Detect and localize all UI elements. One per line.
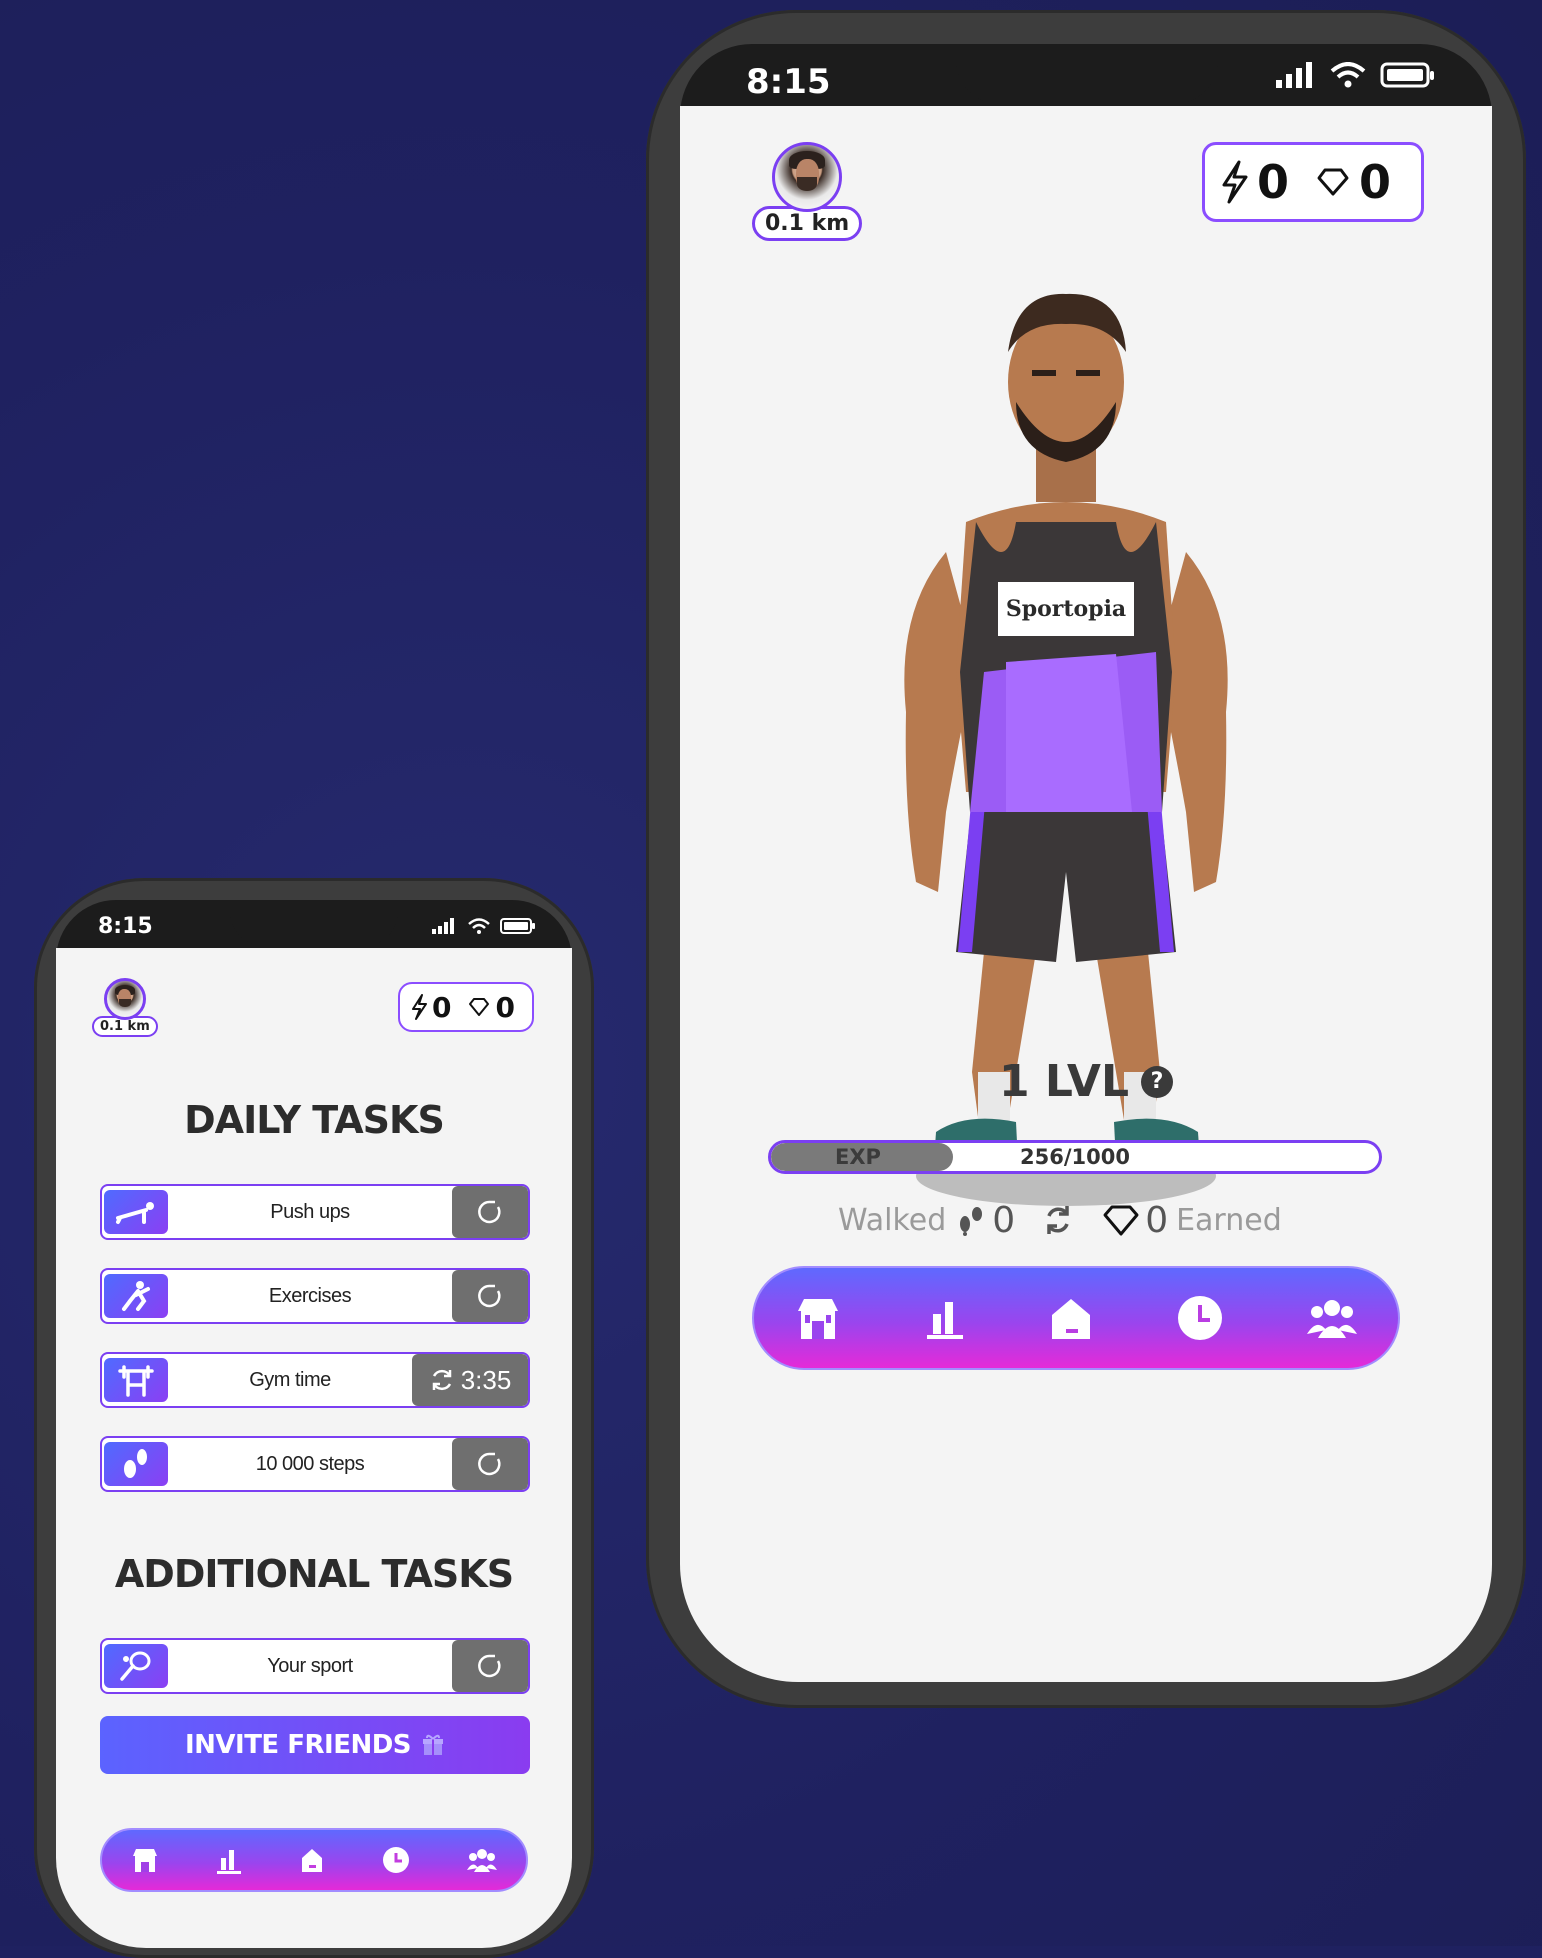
task-label: Gym time: [249, 1368, 331, 1391]
invite-label: INVITE FRIENDS: [184, 1730, 412, 1760]
task-your-sport[interactable]: Your sport: [100, 1638, 530, 1694]
signal-icon: [1276, 62, 1312, 88]
gem-icon: [1103, 1205, 1139, 1236]
shirt-text: Sportopia: [1006, 596, 1126, 622]
energy-icon: [412, 994, 427, 1020]
refresh-button[interactable]: [452, 1438, 528, 1490]
wifi-icon: [1330, 62, 1366, 88]
earned-label: Earned: [1176, 1202, 1282, 1238]
gems-value: 0: [495, 990, 515, 1024]
task-label: Exercises: [268, 1284, 352, 1307]
notch: [956, 44, 1218, 104]
phone-character: 8:15 0.1 km 0 0 Sportopia 1 LVL ? EXP 25…: [646, 10, 1526, 1708]
earned-value: 0: [1145, 1199, 1169, 1241]
leaderboard-icon[interactable]: [923, 1296, 967, 1340]
home-icon[interactable]: [1048, 1295, 1094, 1341]
friends-icon[interactable]: [466, 1846, 498, 1874]
notch: [230, 900, 398, 946]
wifi-icon: [468, 918, 490, 934]
currency-box[interactable]: 0 0: [398, 982, 534, 1032]
sync-icon: [432, 1369, 451, 1391]
footsteps-icon: [104, 1442, 168, 1486]
footsteps-icon: [960, 1207, 983, 1236]
friends-icon[interactable]: [1306, 1296, 1358, 1340]
stats-row: Walked 0 0 Earned: [838, 1190, 1282, 1250]
shop-icon[interactable]: [794, 1295, 842, 1341]
refresh-icon: [478, 1654, 501, 1678]
gem-icon: [1317, 168, 1349, 196]
home-icon[interactable]: [298, 1846, 326, 1874]
refresh-icon: [478, 1284, 501, 1308]
gem-icon: [469, 998, 490, 1016]
convert-icon: [1047, 1206, 1069, 1234]
phone-daily-tasks: 8:15 0.1 km 0 0 DAILY TASKS Push ups Exe…: [34, 878, 594, 1958]
avatar[interactable]: [772, 142, 843, 212]
exercise-icon: [104, 1274, 168, 1318]
leaderboard-icon[interactable]: [215, 1846, 243, 1874]
task-push-ups[interactable]: Push ups: [100, 1184, 530, 1240]
profile[interactable]: 0.1 km: [752, 142, 863, 241]
energy-value: 0: [1257, 155, 1290, 209]
status-time: 8:15: [746, 62, 831, 102]
profile[interactable]: 0.1 km: [92, 978, 158, 1037]
refresh-icon: [478, 1200, 501, 1224]
task-label: Your sport: [267, 1654, 353, 1677]
energy-icon: [1222, 160, 1248, 204]
status-icons: [432, 918, 536, 934]
screen: 0.1 km 0 0 DAILY TASKS Push ups Exercise…: [56, 948, 572, 1948]
currency-box[interactable]: 0 0: [1202, 142, 1424, 222]
history-icon[interactable]: [1175, 1293, 1225, 1343]
avatar[interactable]: [103, 978, 146, 1020]
signal-icon: [432, 918, 454, 934]
help-icon[interactable]: ?: [1141, 1065, 1173, 1098]
daily-tasks-heading: DAILY TASKS: [184, 1098, 445, 1142]
status-time: 8:15: [98, 914, 153, 939]
exp-value: 256/1000: [1020, 1145, 1130, 1169]
level-label: 1 LVL: [998, 1056, 1129, 1107]
battery-icon: [500, 918, 535, 934]
bottom-nav: [100, 1828, 528, 1892]
invite-friends-button[interactable]: INVITE FRIENDS: [100, 1716, 530, 1774]
task-label: 10 000 steps: [255, 1452, 365, 1475]
bottom-nav: [752, 1266, 1400, 1370]
refresh-button[interactable]: [452, 1640, 528, 1692]
task-10000-steps[interactable]: 10 000 steps: [100, 1436, 530, 1492]
walked-value: 0: [992, 1199, 1016, 1241]
screen: 0.1 km 0 0 Sportopia 1 LVL ? EXP 256/100…: [680, 106, 1492, 1682]
refresh-icon: [478, 1452, 501, 1476]
status-icons: [1276, 62, 1436, 88]
pushup-icon: [104, 1190, 168, 1234]
refresh-button[interactable]: [452, 1186, 528, 1238]
timer-button[interactable]: 3:35: [412, 1354, 528, 1406]
level: 1 LVL ?: [680, 1056, 1492, 1107]
shop-icon[interactable]: [130, 1846, 160, 1874]
refresh-button[interactable]: [452, 1270, 528, 1322]
gift-icon: [423, 1734, 444, 1755]
walked-label: Walked: [838, 1202, 947, 1238]
racket-icon: [104, 1644, 168, 1688]
gems-value: 0: [1359, 155, 1392, 209]
task-gym-time[interactable]: Gym time 3:35: [100, 1352, 530, 1408]
exp-bar: EXP 256/1000: [768, 1140, 1382, 1174]
timer-value: 3:35: [460, 1364, 512, 1395]
battery-icon: [1380, 62, 1434, 88]
history-icon[interactable]: [381, 1845, 411, 1875]
task-exercises[interactable]: Exercises: [100, 1268, 530, 1324]
gym-icon: [104, 1358, 168, 1402]
energy-value: 0: [432, 990, 452, 1024]
task-label: Push ups: [270, 1200, 350, 1223]
additional-tasks-heading: ADDITIONAL TASKS: [114, 1552, 514, 1596]
character-avatar: Sportopia: [904, 293, 1228, 1167]
